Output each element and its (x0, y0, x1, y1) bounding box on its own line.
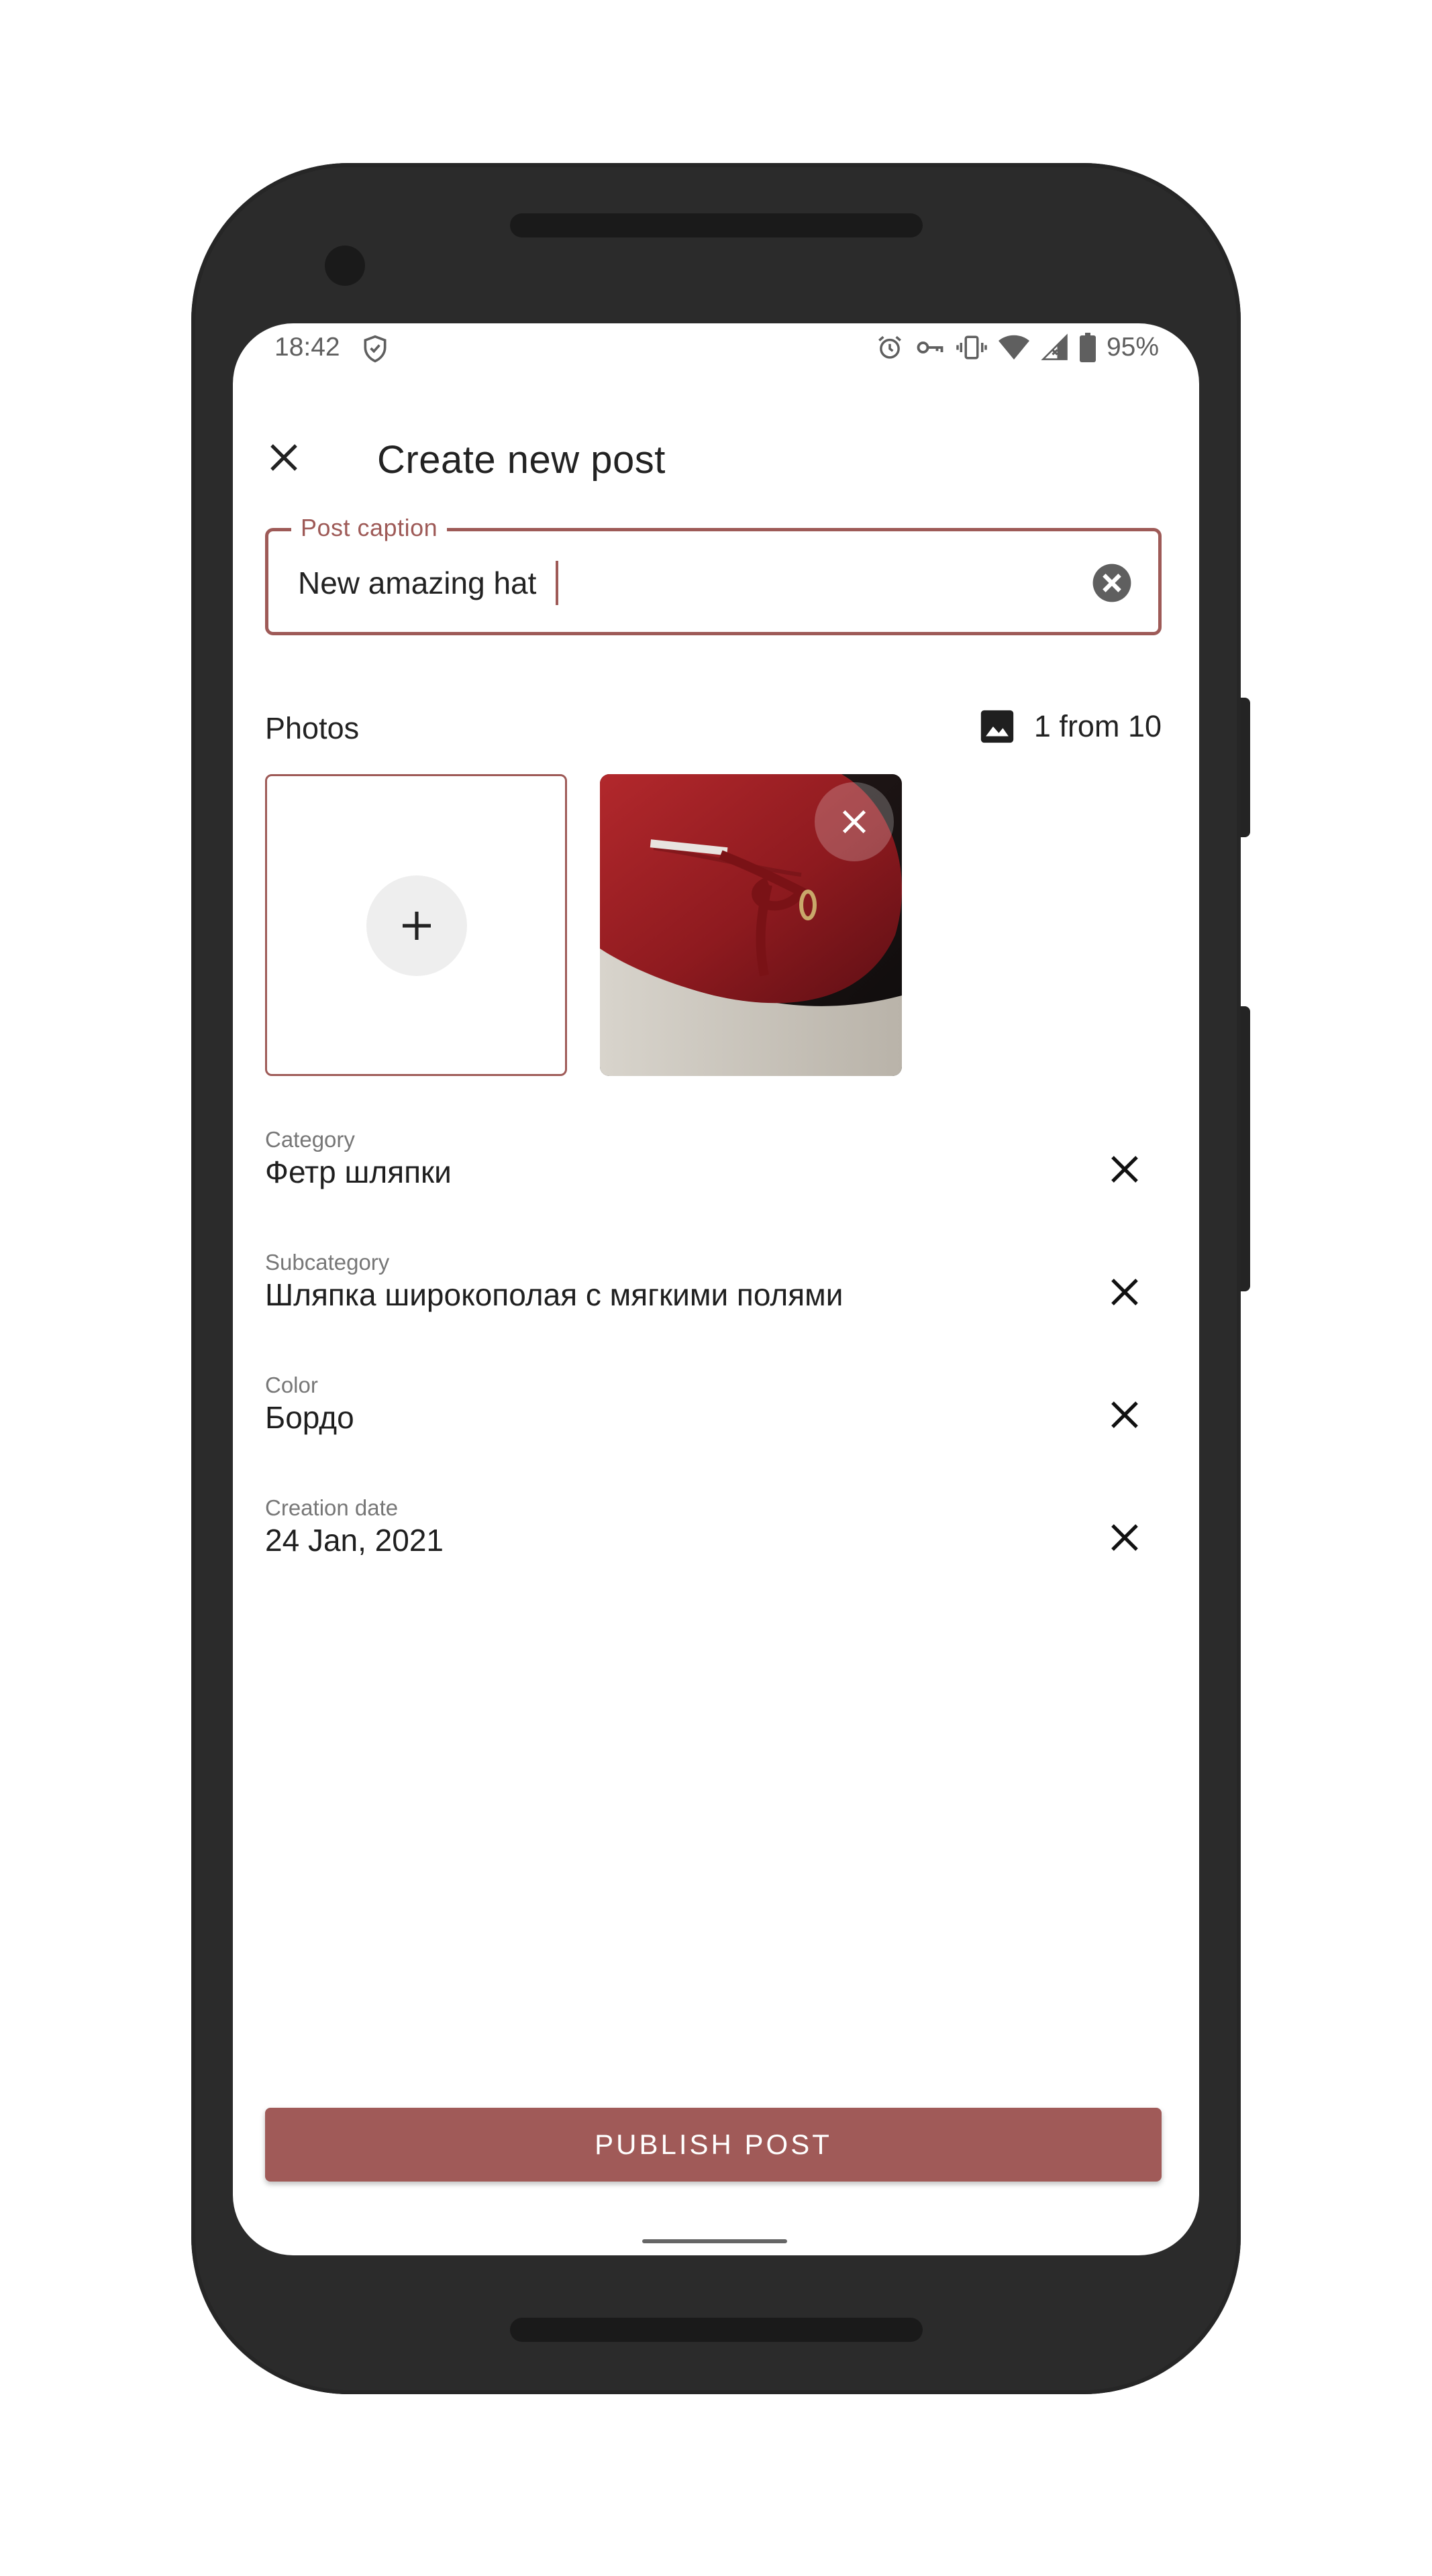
vpn-key-icon (917, 341, 943, 354)
clear-creation-date-button[interactable] (1101, 1514, 1148, 1561)
close-icon (1111, 1401, 1138, 1428)
photos-label: Photos (265, 711, 360, 745)
home-indicator[interactable] (642, 2239, 787, 2243)
close-icon (270, 444, 297, 471)
clear-text-icon[interactable] (1091, 562, 1133, 604)
post-caption-label: Post caption (291, 514, 448, 542)
photo-thumbnail[interactable] (600, 774, 902, 1076)
add-photo-button[interactable] (265, 774, 567, 1076)
front-camera (325, 246, 365, 286)
photos-header: Photos 1 from 10 (265, 704, 1162, 751)
category-row[interactable]: Category Фетр шляпки (265, 1127, 1162, 1201)
color-label: Color (265, 1373, 318, 1397)
post-caption-field[interactable]: Post caption New amazing hat (265, 514, 1162, 635)
clear-category-button[interactable] (1101, 1146, 1148, 1193)
subcategory-value: Шляпка широкополая с мягкими полями (265, 1277, 843, 1312)
close-button[interactable] (261, 435, 307, 480)
vibrate-icon (956, 335, 987, 360)
clear-subcategory-button[interactable] (1101, 1269, 1148, 1316)
add-photo-circle (366, 875, 467, 976)
color-row[interactable]: Color Бордо (265, 1373, 1162, 1446)
publish-post-button[interactable]: PUBLISH POST (265, 2108, 1162, 2182)
post-caption-input[interactable]: New amazing hat (298, 565, 1036, 601)
close-icon (1111, 1156, 1138, 1183)
close-icon (1111, 1524, 1138, 1551)
page-title: Create new post (377, 438, 666, 482)
creation-date-value: 24 Jan, 2021 (265, 1523, 444, 1558)
shield-icon (364, 335, 387, 363)
text-cursor (556, 561, 558, 605)
app-bar: Create new post (233, 404, 1199, 504)
status-bar: 18:42 95% (233, 323, 1199, 377)
close-icon (1111, 1279, 1138, 1305)
category-label: Category (265, 1127, 355, 1152)
creation-date-label: Creation date (265, 1495, 399, 1520)
close-icon (842, 810, 866, 834)
cellular-signal-icon (1041, 333, 1068, 360)
wifi-icon (998, 335, 1029, 360)
category-value: Фетр шляпки (265, 1155, 452, 1189)
photos-count-text: 1 from 10 (1033, 709, 1162, 743)
status-icons: 95% (876, 333, 1159, 362)
image-icon (980, 710, 1014, 743)
screen: 18:42 95% Create new post Post caption N… (233, 323, 1199, 2255)
battery-percent: 95% (1106, 333, 1159, 362)
subcategory-label: Subcategory (265, 1250, 390, 1275)
power-button (1241, 698, 1250, 837)
clear-color-button[interactable] (1101, 1391, 1148, 1438)
subcategory-row[interactable]: Subcategory Шляпка широкополая с мягкими… (265, 1250, 1162, 1324)
photos-counter: 1 from 10 (978, 707, 1162, 746)
battery-icon (1079, 333, 1096, 362)
alarm-icon (878, 335, 901, 359)
bottom-speaker (510, 2318, 923, 2342)
plus-icon (403, 912, 431, 940)
volume-button (1241, 1006, 1250, 1291)
status-time: 18:42 (274, 333, 340, 362)
color-value: Бордо (265, 1400, 354, 1435)
top-speaker (510, 213, 923, 237)
remove-photo-button[interactable] (815, 782, 894, 861)
creation-date-row[interactable]: Creation date 24 Jan, 2021 (265, 1495, 1162, 1569)
